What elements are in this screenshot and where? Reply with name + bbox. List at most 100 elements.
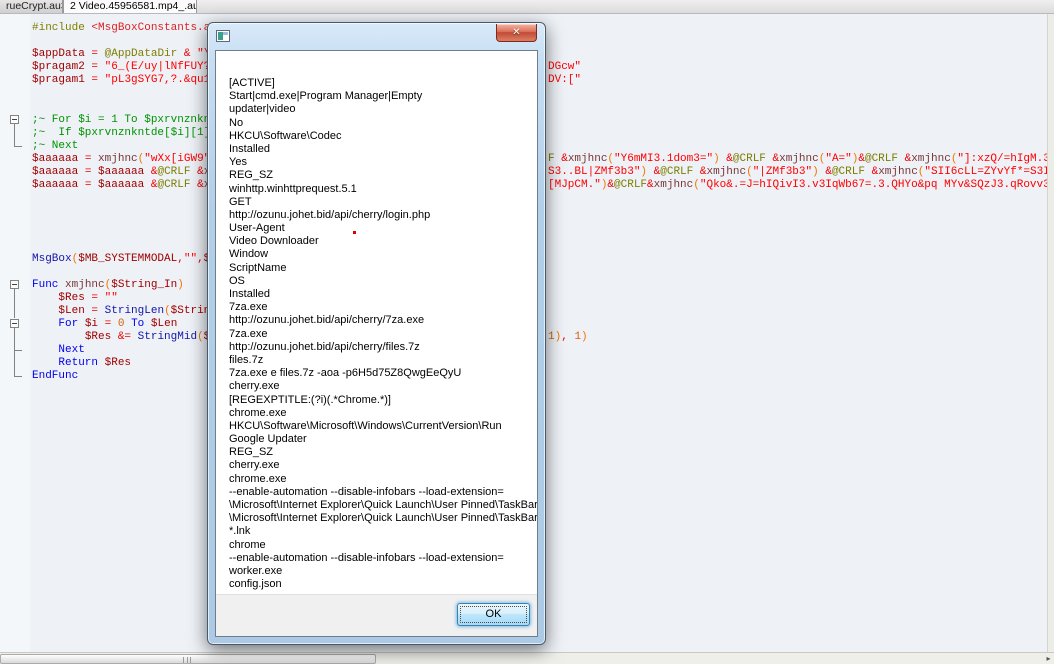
dialog-titlebar[interactable]: ✕ (208, 23, 545, 50)
code-fragment-right-of-dialog: [MJpCM.")&@CRLF&xmjhnc("Qko&.=J=hIQivI3.… (548, 179, 1047, 192)
code-token (32, 318, 58, 330)
code-token: ) (177, 279, 184, 291)
dialog-message-line: config.json (229, 578, 529, 591)
code-token: $aaaaaa (32, 166, 78, 178)
code-token: "Qko&.=J=hIQivI3.v3IqWb67=.3.QHYo&pq MYv… (700, 179, 1047, 191)
code-token: xmjhnc (568, 153, 608, 165)
code-token (78, 153, 85, 165)
code-token: xmjhnc (911, 153, 951, 165)
dialog-message-line: REG_SZ (229, 446, 529, 459)
code-token (98, 61, 105, 73)
vertical-scrollbar[interactable] (1047, 14, 1054, 652)
code-token: #include (32, 22, 91, 34)
dialog-message-line: *.lnk (229, 525, 529, 538)
code-token: @CRLF (733, 153, 766, 165)
close-button[interactable]: ✕ (496, 24, 537, 42)
dialog-message-line: \Microsoft\Internet Explorer\Quick Launc… (229, 512, 529, 525)
dialog-message-line: Google Updater (229, 433, 529, 446)
code-token: @CRLF (614, 179, 647, 191)
code-token: xmjhnc (779, 153, 819, 165)
code-token: 1 (548, 331, 555, 343)
code-token: ;~ Next (32, 140, 78, 152)
tab-label: rueCrypt.au3 (6, 0, 63, 12)
code-token: $Len (151, 318, 177, 330)
code-token: "" (184, 253, 197, 265)
dialog-message-line: 7za.exe e files.7z -aoa -p6H5d75Z8QwgEeQ… (229, 367, 529, 380)
code-token (144, 318, 151, 330)
code-token (78, 166, 85, 178)
code-token: F (548, 153, 561, 165)
code-token (78, 318, 85, 330)
code-token: "wXx[iGW9" (144, 153, 210, 165)
code-token: ) (713, 153, 720, 165)
tab-label: 2 Video.45956581.mp4_.au3 (70, 0, 197, 12)
code-token: $aaaaaa (98, 166, 144, 178)
scrollbar-right-arrow-icon[interactable]: ▸ (1044, 654, 1053, 664)
code-token: $pragam1 (32, 74, 85, 86)
code-token (693, 166, 700, 178)
code-token: ;~ If $pxrvnznkntde[$i][1] <> (32, 127, 230, 139)
code-token: "A=" (825, 153, 851, 165)
code-token: DV:[" (548, 74, 581, 86)
code-token: @AppDataDir (105, 48, 178, 60)
code-token: $aaaaaa (98, 179, 144, 191)
code-token: Next (58, 344, 84, 356)
code-fragment-right-of-dialog: F &xmjhnc("Y6mMI3.1dom3=") &@CRLF &xmjhn… (548, 153, 1047, 166)
dialog-message-line: cherry.exe (229, 459, 529, 472)
dialog-message-line: \Microsoft\Internet Explorer\Quick Launc… (229, 499, 529, 512)
dialog-message-line: chrome.exe (229, 473, 529, 486)
code-token (131, 331, 138, 343)
code-fragment-right-of-dialog: DGcw" (548, 61, 581, 74)
dialog-message-line: 7za.exe (229, 328, 529, 341)
dialog-message-line: Start|cmd.exe|Program Manager|Empty (229, 90, 529, 103)
code-token: & (726, 153, 733, 165)
dialog-message-line: http://ozunu.johet.bid/api/cherry/7za.ex… (229, 314, 529, 327)
code-token: & (561, 153, 568, 165)
horizontal-scrollbar[interactable]: ▸ (0, 652, 1054, 664)
code-token: EndFunc (32, 370, 78, 382)
dialog-message-line: Installed (229, 288, 529, 301)
code-token: &= (118, 331, 131, 343)
code-token: DGcw" (548, 61, 581, 73)
code-token: MsgBox (32, 253, 72, 265)
tab-ruecrypt[interactable]: rueCrypt.au3 (0, 0, 63, 13)
code-token (98, 305, 105, 317)
code-token: To (131, 318, 144, 330)
code-token: $String_In (111, 279, 177, 291)
code-token: StringLen (105, 305, 164, 317)
msgbox-dialog: ✕ [ACTIVE]Start|cmd.exe|Program Manager|… (207, 22, 546, 645)
dialog-message-line: User-Agent (229, 222, 529, 235)
dialog-message-line: [REGEXPTITLE:(?i)(.*Chrome.*)] (229, 394, 529, 407)
dialog-message-line: cherry.exe (229, 380, 529, 393)
dialog-message-line: HKCU\Software\Codec (229, 130, 529, 143)
code-token: xmjhnc (706, 166, 746, 178)
code-token (111, 318, 118, 330)
code-token: $Res (105, 357, 131, 369)
code-token: @CRLF (157, 179, 190, 191)
code-token: "Y6mMI3.1dom3=" (614, 153, 713, 165)
dialog-message-line: worker.exe (229, 565, 529, 578)
code-token: & (197, 166, 204, 178)
horizontal-scrollbar-thumb[interactable] (0, 654, 376, 664)
code-token: $i (85, 318, 98, 330)
dialog-message-line: GET (229, 196, 529, 209)
code-token (32, 357, 58, 369)
code-token: @CRLF (660, 166, 693, 178)
dialog-message-line: Yes (229, 156, 529, 169)
code-token: xmjhnc (65, 279, 105, 291)
code-token: S3..BL|ZMf3b3" (548, 166, 640, 178)
dialog-message-line: updater|video (229, 103, 529, 116)
dialog-message-line: Installed (229, 143, 529, 156)
code-fragment-right-of-dialog: DV:[" (548, 74, 581, 87)
dialog-message-line: OS (229, 275, 529, 288)
scite-editor-window: rueCrypt.au3 2 Video.45956581.mp4_.au3 #… (0, 0, 1054, 664)
tab-video-mp4-au3[interactable]: 2 Video.45956581.mp4_.au3 (63, 0, 197, 13)
code-token: $aaaaaa (32, 153, 78, 165)
code-token (32, 305, 58, 317)
dialog-message-line: HKCU\Software\Microsoft\Windows\CurrentV… (229, 420, 529, 433)
ok-button[interactable]: OK (457, 603, 530, 626)
code-token: , (177, 253, 184, 265)
code-fragment-right-of-dialog: 1), 1) (548, 331, 588, 344)
code-token: "|ZMf3b3" (753, 166, 812, 178)
code-token (98, 74, 105, 86)
